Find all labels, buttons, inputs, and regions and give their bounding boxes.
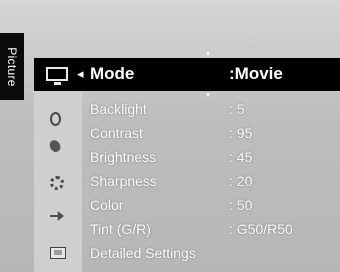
- scroll-down-icon: [206, 93, 210, 97]
- menu-item-label: Brightness: [90, 149, 157, 165]
- picture-icon: [46, 67, 68, 85]
- menu-item-label: Color: [90, 197, 124, 213]
- mode-setting-row[interactable]: ◂ Mode :Movie: [34, 58, 340, 91]
- menu-item-value: : 95: [229, 125, 253, 141]
- arrow-left-icon: ◂: [77, 66, 84, 81]
- mode-label: Mode: [90, 64, 135, 83]
- menu-item-label: Backlight: [90, 101, 147, 117]
- menu-item-label: Sharpness: [90, 173, 157, 189]
- menu-item-tint[interactable]: Tint (G/R) : G50/R50: [0, 218, 340, 240]
- menu-item-value: : 5: [229, 101, 245, 117]
- menu-item-label: Contrast: [90, 125, 143, 141]
- picture-menu-tab[interactable]: Picture: [0, 33, 24, 100]
- menu-item-color[interactable]: Color : 50: [0, 194, 340, 216]
- menu-item-label: Tint (G/R): [90, 221, 151, 237]
- menu-item-label: Detailed Settings: [90, 245, 196, 261]
- menu-item-value: : 20: [229, 173, 253, 189]
- tv-osd-menu: Picture ◂ Mode :Movie Backlight : 5 Cont…: [0, 0, 340, 272]
- mode-value: :Movie: [229, 64, 283, 83]
- menu-item-sharpness[interactable]: Sharpness : 20: [0, 170, 340, 192]
- menu-item-detailed-settings[interactable]: Detailed Settings: [0, 242, 340, 264]
- menu-item-contrast[interactable]: Contrast : 95: [0, 122, 340, 144]
- menu-item-value: : 45: [229, 149, 253, 165]
- menu-item-backlight[interactable]: Backlight : 5: [0, 98, 340, 120]
- scroll-up-icon: [206, 51, 210, 55]
- menu-item-value: : 50: [229, 197, 253, 213]
- picture-tab-label: Picture: [5, 47, 19, 87]
- menu-item-brightness[interactable]: Brightness : 45: [0, 146, 340, 168]
- menu-item-value: : G50/R50: [229, 221, 293, 237]
